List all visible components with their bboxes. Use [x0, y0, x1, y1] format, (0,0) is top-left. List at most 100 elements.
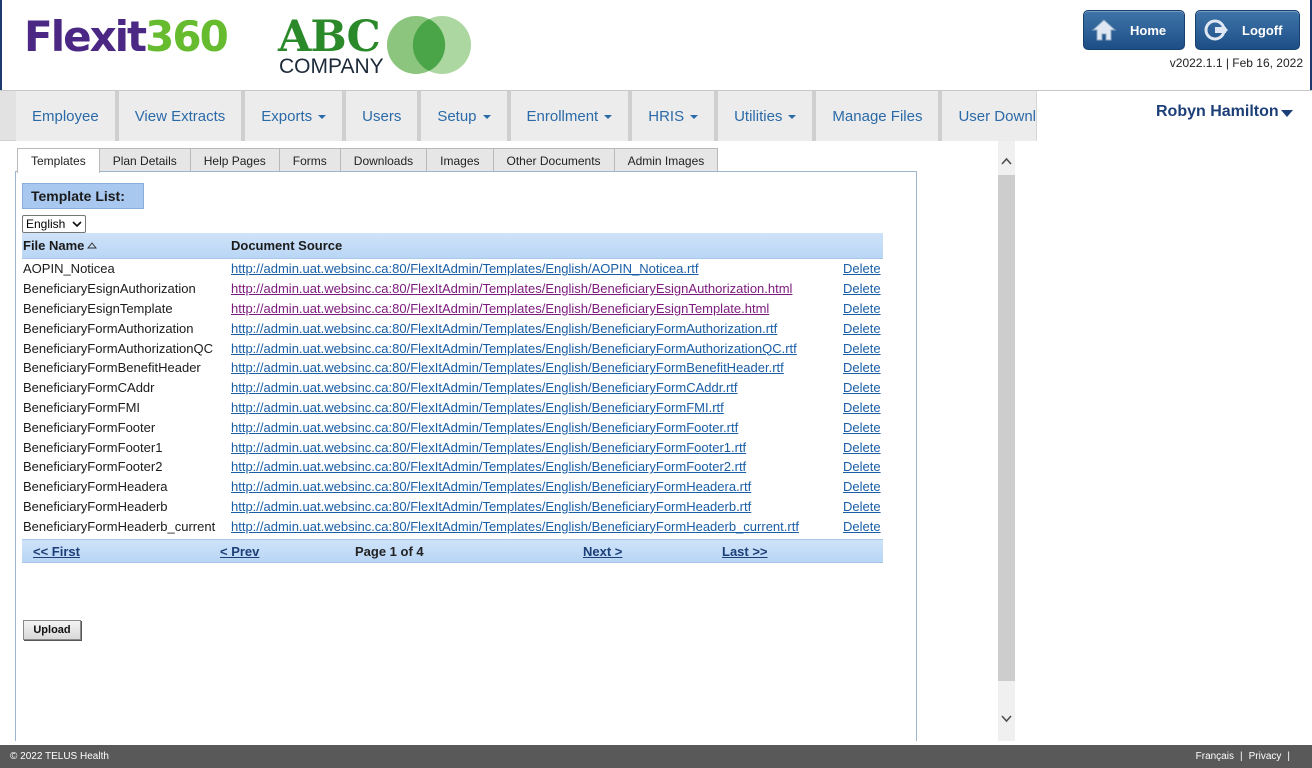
logo-circles-icon	[387, 16, 471, 74]
home-button[interactable]: Home	[1083, 10, 1185, 50]
file-name-cell: BeneficiaryFormFMI	[23, 399, 141, 415]
nav-item-setup[interactable]: Setup	[417, 91, 507, 141]
nav-item-utilities[interactable]: Utilities	[714, 91, 813, 141]
delete-link[interactable]: Delete	[843, 519, 883, 534]
file-name-cell: BeneficiaryFormFooter1	[23, 439, 163, 455]
table-row: BeneficiaryFormFooter http://admin.uat.we…	[22, 417, 883, 437]
content-tabs: Templates Plan Details Help Pages Forms …	[17, 148, 719, 173]
document-source-link[interactable]: http://admin.uat.websinc.ca:80/FlexItAdm…	[231, 281, 843, 296]
delete-link[interactable]: Delete	[843, 400, 883, 415]
caret-down-icon	[318, 115, 327, 119]
tab-images[interactable]: Images	[426, 148, 494, 172]
document-source-link[interactable]: http://admin.uat.websinc.ca:80/FlexItAdm…	[231, 261, 843, 276]
table-row: BeneficiaryEsignTemplate http://admin.uat…	[22, 299, 883, 319]
tab-forms[interactable]: Forms	[278, 148, 341, 172]
document-source-link[interactable]: http://admin.uat.websinc.ca:80/FlexItAdm…	[231, 459, 843, 474]
header: Flexit360 ABC COMPANY Home Logoff v2022.…	[0, 0, 1312, 90]
tab-downloads[interactable]: Downloads	[339, 148, 428, 172]
tab-help-pages[interactable]: Help Pages	[189, 148, 280, 172]
delete-link[interactable]: Delete	[843, 459, 883, 474]
tab-templates[interactable]: Templates	[17, 148, 100, 173]
caret-down-icon	[1280, 109, 1293, 117]
logoff-button[interactable]: Logoff	[1195, 10, 1300, 50]
delete-link[interactable]: Delete	[843, 360, 883, 375]
table-row: BeneficiaryFormHeaderb_current http://adm…	[22, 516, 883, 536]
section-title: Template List:	[22, 183, 144, 209]
column-header-file-name[interactable]: File Name	[22, 238, 231, 253]
delete-link[interactable]: Delete	[843, 479, 883, 494]
scroll-up-icon[interactable]	[1000, 155, 1013, 168]
file-name-cell: AOPIN_Noticea	[23, 261, 115, 277]
document-source-link[interactable]: http://admin.uat.websinc.ca:80/FlexItAdm…	[231, 301, 843, 316]
document-source-link[interactable]: http://admin.uat.websinc.ca:80/FlexItAdm…	[231, 321, 843, 336]
delete-link[interactable]: Delete	[843, 499, 883, 514]
language-select[interactable]: English	[22, 215, 86, 233]
table-row: BeneficiaryFormCAddr http://admin.uat.web…	[22, 378, 883, 398]
footer-links: Français | Privacy |	[1196, 751, 1296, 762]
footer: © 2022 TELUS Health Français | Privacy |	[0, 745, 1312, 768]
table-row: BeneficiaryFormAuthorizationQC http://adm…	[22, 338, 883, 358]
caret-down-icon	[690, 115, 699, 119]
user-menu[interactable]: Robyn Hamilton	[1156, 103, 1293, 121]
upload-button[interactable]: Upload	[23, 620, 81, 640]
delete-link[interactable]: Delete	[843, 321, 883, 336]
file-name-cell: BeneficiaryFormFooter	[23, 419, 156, 435]
scrollbar-thumb[interactable]	[998, 175, 1015, 681]
caret-down-icon	[604, 115, 613, 119]
francais-link[interactable]: Français	[1196, 751, 1234, 762]
nav-menu: Employee View Extracts Exports Users Set…	[16, 91, 1099, 141]
flexit360-logo: Flexit360	[24, 12, 229, 61]
delete-link[interactable]: Delete	[843, 420, 883, 435]
abc-company-logo: ABC COMPANY	[278, 14, 478, 78]
pager-first-link[interactable]: << First	[33, 544, 80, 559]
file-name-cell: BeneficiaryFormHeaderb	[23, 498, 168, 514]
table-row: BeneficiaryFormAuthorization http://admin…	[22, 318, 883, 338]
tab-other-documents[interactable]: Other Documents	[492, 148, 615, 172]
scroll-down-icon[interactable]	[1000, 712, 1013, 725]
document-source-link[interactable]: http://admin.uat.websinc.ca:80/FlexItAdm…	[231, 380, 843, 395]
pager-prev-link[interactable]: < Prev	[220, 544, 259, 559]
file-name-cell: BeneficiaryFormHeadera	[23, 479, 168, 495]
pager-last-link[interactable]: Last >>	[722, 544, 768, 559]
document-source-link[interactable]: http://admin.uat.websinc.ca:80/FlexItAdm…	[231, 519, 843, 534]
document-source-link[interactable]: http://admin.uat.websinc.ca:80/FlexItAdm…	[231, 420, 843, 435]
delete-link[interactable]: Delete	[843, 380, 883, 395]
table-row: BeneficiaryFormHeadera http://admin.uat.w…	[22, 477, 883, 497]
delete-link[interactable]: Delete	[843, 261, 883, 276]
pager-next-link[interactable]: Next >	[583, 544, 622, 559]
nav-item-users[interactable]: Users	[342, 91, 418, 141]
pager: << First < Prev Page 1 of 4 Next > Last …	[22, 539, 883, 563]
delete-link[interactable]: Delete	[843, 281, 883, 296]
tab-plan-details[interactable]: Plan Details	[98, 148, 191, 172]
nav-item-hris[interactable]: HRIS	[628, 91, 715, 141]
copyright-text: © 2022 TELUS Health	[10, 751, 109, 762]
tab-admin-images[interactable]: Admin Images	[613, 148, 719, 172]
pager-info: Page 1 of 4	[355, 544, 424, 559]
delete-link[interactable]: Delete	[843, 440, 883, 455]
document-source-link[interactable]: http://admin.uat.websinc.ca:80/FlexItAdm…	[231, 400, 843, 415]
vertical-scrollbar[interactable]	[998, 141, 1015, 741]
table-row: AOPIN_Noticea http://admin.uat.websinc.ca…	[22, 259, 883, 279]
home-icon	[1090, 16, 1118, 44]
nav-item-exports[interactable]: Exports	[241, 91, 343, 141]
file-name-cell: BeneficiaryFormHeaderb_current	[23, 518, 216, 534]
nav-item-enrollment[interactable]: Enrollment	[506, 91, 629, 141]
nav-item-view-extracts[interactable]: View Extracts	[114, 91, 242, 141]
document-source-link[interactable]: http://admin.uat.websinc.ca:80/FlexItAdm…	[231, 499, 843, 514]
document-source-link[interactable]: http://admin.uat.websinc.ca:80/FlexItAdm…	[231, 440, 843, 455]
table-row: BeneficiaryEsignAuthorization http://admi…	[22, 279, 883, 299]
file-name-cell: BeneficiaryEsignTemplate	[23, 300, 173, 316]
client-logo-sub: COMPANY	[279, 55, 384, 78]
privacy-link[interactable]: Privacy	[1249, 751, 1282, 762]
delete-link[interactable]: Delete	[843, 301, 883, 316]
file-name-cell: BeneficiaryFormFooter2	[23, 459, 163, 475]
nav-item-manage-files[interactable]: Manage Files	[812, 91, 939, 141]
delete-link[interactable]: Delete	[843, 341, 883, 356]
nav-item-employee[interactable]: Employee	[16, 91, 115, 141]
file-name-cell: BeneficiaryFormBenefitHeader	[23, 360, 201, 376]
document-source-link[interactable]: http://admin.uat.websinc.ca:80/FlexItAdm…	[231, 479, 843, 494]
caret-down-icon	[482, 115, 491, 119]
client-logo-name: ABC	[278, 12, 381, 62]
document-source-link[interactable]: http://admin.uat.websinc.ca:80/FlexItAdm…	[231, 360, 843, 375]
document-source-link[interactable]: http://admin.uat.websinc.ca:80/FlexItAdm…	[231, 341, 843, 356]
